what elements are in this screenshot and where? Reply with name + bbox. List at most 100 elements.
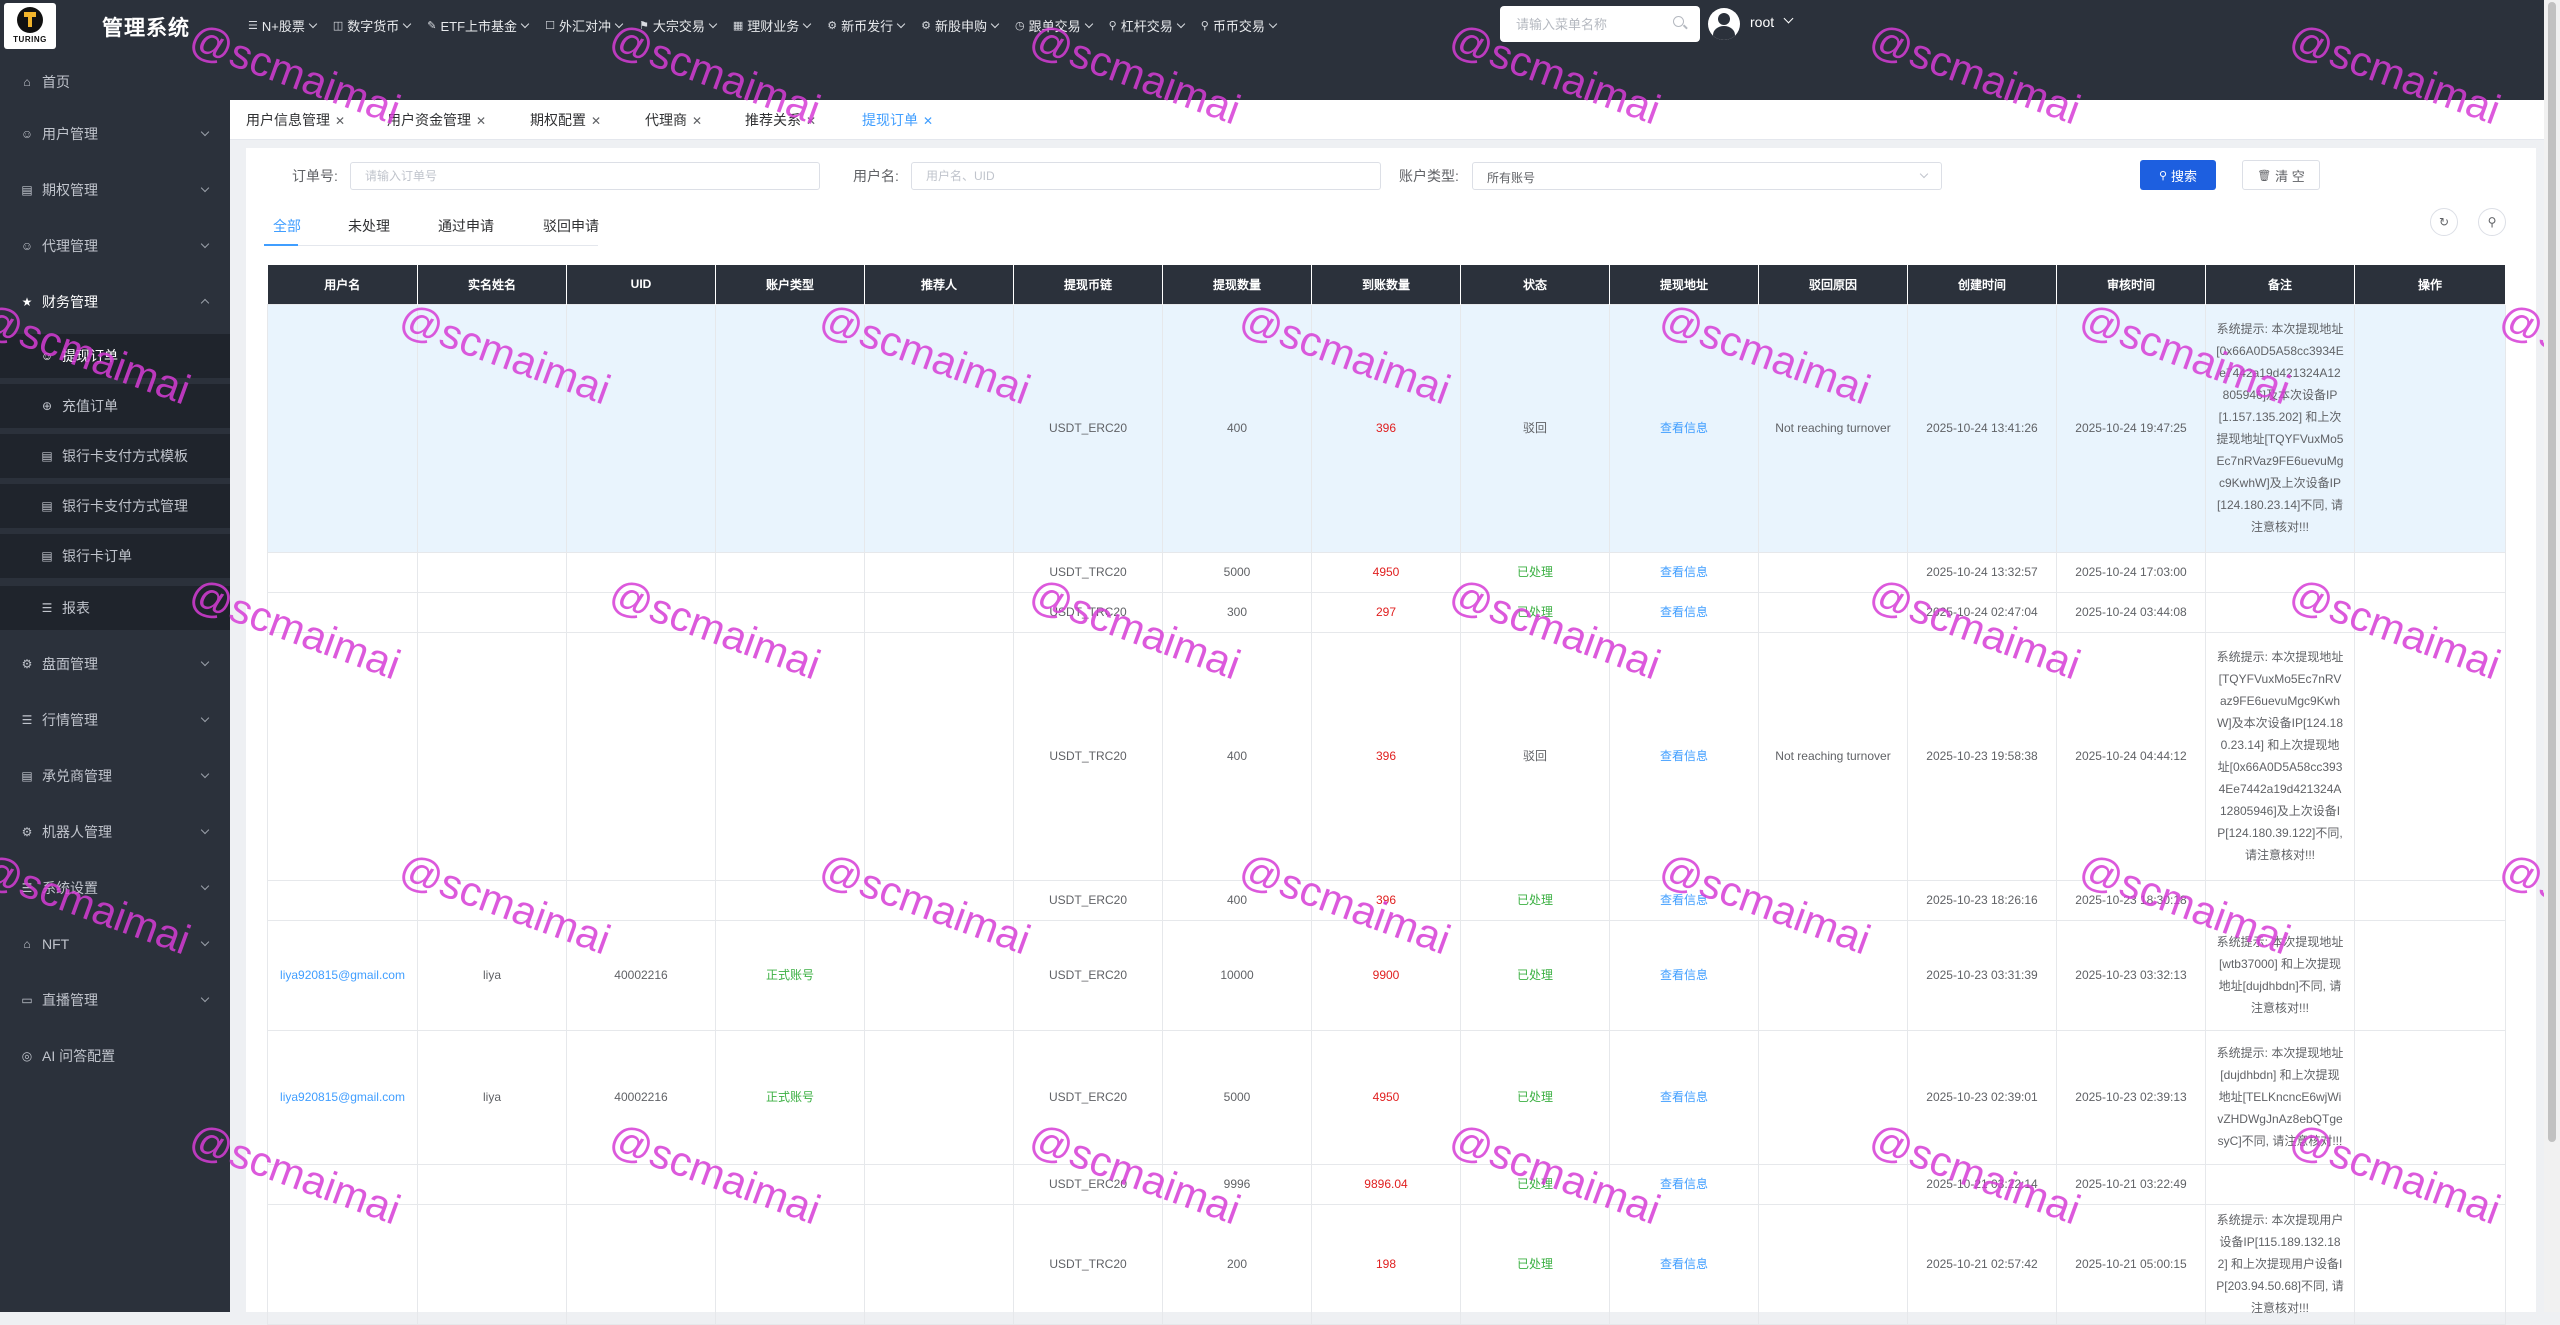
table-row[interactable]: liya920815@gmail.com liya 40002216 正式账号 USDT…	[267, 1029, 2506, 1165]
topnav-stocks[interactable]: ☰ N+股票	[248, 14, 318, 36]
sidebar-item-bank-orders[interactable]: ▤ 银行卡订单	[0, 534, 230, 578]
tab-referral[interactable]: 推荐关系 ✕	[745, 110, 816, 130]
topnav-spot[interactable]: ⚲ 币币交易	[1201, 14, 1278, 36]
sidebar: ⌂ 首页 ☺ 用户管理 ▤ 期权管理 ☺ 代理管理 ★ 财务管理 ☺ 提现订单 ⊕ 充值订单 …	[0, 60, 230, 1312]
toggle-search-button[interactable]: ⚲	[2478, 208, 2506, 236]
view-address-link[interactable]: 查看信息	[1609, 919, 1759, 1031]
sidebar-item-acceptors[interactable]: ▤ 承兑商管理	[0, 754, 230, 798]
close-icon[interactable]: ✕	[476, 114, 486, 128]
sidebar-item-reports[interactable]: ☰ 报表	[0, 586, 230, 630]
table-row[interactable]: USDT_ERC20 400 396 已处理 查看信息 2025-10-23 18:26:…	[267, 879, 2506, 921]
sidebar-item-quotes[interactable]: ☰ 行情管理	[0, 698, 230, 742]
user-icon: ☺	[20, 127, 34, 141]
topnav-copy-trade[interactable]: ◷ 跟单交易	[1015, 14, 1093, 36]
username-cell[interactable]	[267, 591, 418, 633]
username-input[interactable]	[911, 162, 1381, 190]
search-icon[interactable]	[1673, 16, 1684, 27]
close-icon[interactable]: ✕	[692, 114, 702, 128]
username-cell[interactable]	[267, 1163, 418, 1205]
topnav-forex[interactable]: ☐ 外汇对冲	[545, 14, 624, 36]
view-address-link[interactable]: 查看信息	[1609, 1163, 1759, 1205]
view-address-link[interactable]: 查看信息	[1609, 591, 1759, 633]
order-number-input[interactable]	[350, 162, 820, 190]
tab-pending[interactable]: 未处理	[348, 216, 390, 236]
view-address-link[interactable]: 查看信息	[1609, 551, 1759, 593]
table-row[interactable]: liya920815@gmail.com liya 40002216 正式账号 USDT…	[267, 919, 2506, 1031]
table-row[interactable]: USDT_ERC20 400 396 驳回 查看信息 Not reaching turno…	[267, 303, 2506, 553]
view-address-link[interactable]: 查看信息	[1609, 879, 1759, 921]
sidebar-item-ai-qa[interactable]: ◎ AI 问答配置	[0, 1034, 230, 1078]
column-header: 备注	[2205, 265, 2355, 304]
tab-option-config[interactable]: 期权配置 ✕	[530, 110, 601, 130]
topnav-new-coin[interactable]: ⚙ 新币发行	[827, 14, 906, 36]
close-icon[interactable]: ✕	[591, 114, 601, 128]
topnav-ipo[interactable]: ⚙ 新股申购	[921, 14, 1000, 36]
page-scrollbar[interactable]	[2544, 0, 2560, 1312]
view-address-link[interactable]: 查看信息	[1609, 631, 1759, 881]
tab-withdraw-orders[interactable]: 提现订单 ✕	[862, 110, 933, 130]
sidebar-item-live[interactable]: ▭ 直播管理	[0, 978, 230, 1022]
view-address-link[interactable]: 查看信息	[1609, 303, 1759, 553]
sidebar-item-settings[interactable]: ☰ 系统设置	[0, 866, 230, 910]
uid-cell	[566, 303, 716, 553]
account-type-cell: 正式账号	[715, 919, 865, 1031]
search-button[interactable]: ⚲ 搜索	[2140, 160, 2216, 190]
tab-approved[interactable]: 通过申请	[438, 216, 494, 236]
reject-reason-cell	[1758, 1163, 1908, 1205]
view-address-link[interactable]: 查看信息	[1609, 1029, 1759, 1165]
sidebar-item-options[interactable]: ▤ 期权管理	[0, 168, 230, 212]
sidebar-item-market-board[interactable]: ⚙ 盘面管理	[0, 642, 230, 686]
username-cell[interactable]	[267, 879, 418, 921]
close-icon[interactable]: ✕	[335, 114, 345, 128]
username-cell[interactable]	[267, 631, 418, 881]
avatar[interactable]	[1708, 8, 1740, 40]
sidebar-item-bank-template[interactable]: ▤ 银行卡支付方式模板	[0, 434, 230, 478]
sidebar-item-users[interactable]: ☺ 用户管理	[0, 112, 230, 156]
list-icon: ☰	[21, 713, 33, 727]
table-row[interactable]: USDT_ERC20 9996 9896.04 已处理 查看信息 2025-10-21 0…	[267, 1163, 2506, 1205]
topnav-wealth[interactable]: ▦ 理财业务	[733, 14, 812, 36]
clear-button[interactable]: 🗑 清 空	[2242, 160, 2320, 190]
topnav-crypto[interactable]: ◫ 数字货币	[333, 14, 412, 36]
sidebar-item-bank-methods[interactable]: ▤ 银行卡支付方式管理	[0, 484, 230, 528]
close-icon[interactable]: ✕	[923, 114, 933, 128]
username-cell[interactable]	[267, 551, 418, 593]
sidebar-item-home[interactable]: ⌂ 首页	[0, 60, 230, 104]
scrollbar-thumb[interactable]	[2548, 2, 2556, 1142]
username-cell[interactable]	[267, 1203, 418, 1325]
topnav-etf[interactable]: ✎ ETF上市基金	[427, 14, 530, 36]
username-cell[interactable]	[267, 303, 418, 553]
table-row[interactable]: USDT_TRC20 400 396 驳回 查看信息 Not reaching turno…	[267, 631, 2506, 881]
chevron-down-icon[interactable]	[1783, 13, 1794, 24]
sidebar-item-nft[interactable]: ⌂ NFT	[0, 922, 230, 966]
table-row[interactable]: USDT_TRC20 5000 4950 已处理 查看信息 2025-10-24 13:3…	[267, 551, 2506, 593]
account-type-select[interactable]: 所有账号	[1472, 162, 1942, 190]
topnav-block-trade[interactable]: ⚑ 大宗交易	[638, 14, 718, 36]
menu-search-input[interactable]	[1500, 6, 1700, 42]
home-icon: ⌂	[23, 75, 31, 89]
sidebar-item-agents[interactable]: ☺ 代理管理	[0, 224, 230, 268]
username-cell[interactable]: liya920815@gmail.com	[267, 1029, 418, 1165]
sidebar-item-deposit-orders[interactable]: ⊕ 充值订单	[0, 384, 230, 428]
user-name[interactable]: root	[1750, 14, 1774, 30]
chain-cell: USDT_ERC20	[1013, 879, 1163, 921]
table-row[interactable]: USDT_TRC20 200 198 已处理 查看信息 2025-10-21 02:57:…	[267, 1203, 2506, 1325]
flag-icon: ⚑	[638, 19, 649, 32]
tab-rejected[interactable]: 驳回申请	[543, 216, 599, 236]
username-cell[interactable]: liya920815@gmail.com	[267, 919, 418, 1031]
sidebar-item-withdraw-orders[interactable]: ☺ 提现订单	[0, 334, 230, 378]
tab-agents[interactable]: 代理商 ✕	[645, 110, 702, 130]
tab-user-funds[interactable]: 用户资金管理 ✕	[387, 110, 486, 130]
topnav-leverage[interactable]: ⚲ 杠杆交易	[1109, 14, 1185, 36]
sidebar-item-finance[interactable]: ★ 财务管理	[0, 280, 230, 324]
table-row[interactable]: USDT_TRC20 300 297 已处理 查看信息 2025-10-24 02:47:…	[267, 591, 2506, 633]
close-icon[interactable]: ✕	[806, 114, 816, 128]
column-header: 实名姓名	[417, 265, 567, 304]
column-header: UID	[566, 265, 716, 304]
tab-all[interactable]: 全部	[273, 216, 301, 236]
view-address-link[interactable]: 查看信息	[1609, 1203, 1759, 1325]
sidebar-item-robots[interactable]: ⚙ 机器人管理	[0, 810, 230, 854]
chain-cell: USDT_ERC20	[1013, 919, 1163, 1031]
tab-user-info[interactable]: 用户信息管理 ✕	[246, 110, 345, 130]
refresh-button[interactable]: ↻	[2430, 208, 2458, 236]
